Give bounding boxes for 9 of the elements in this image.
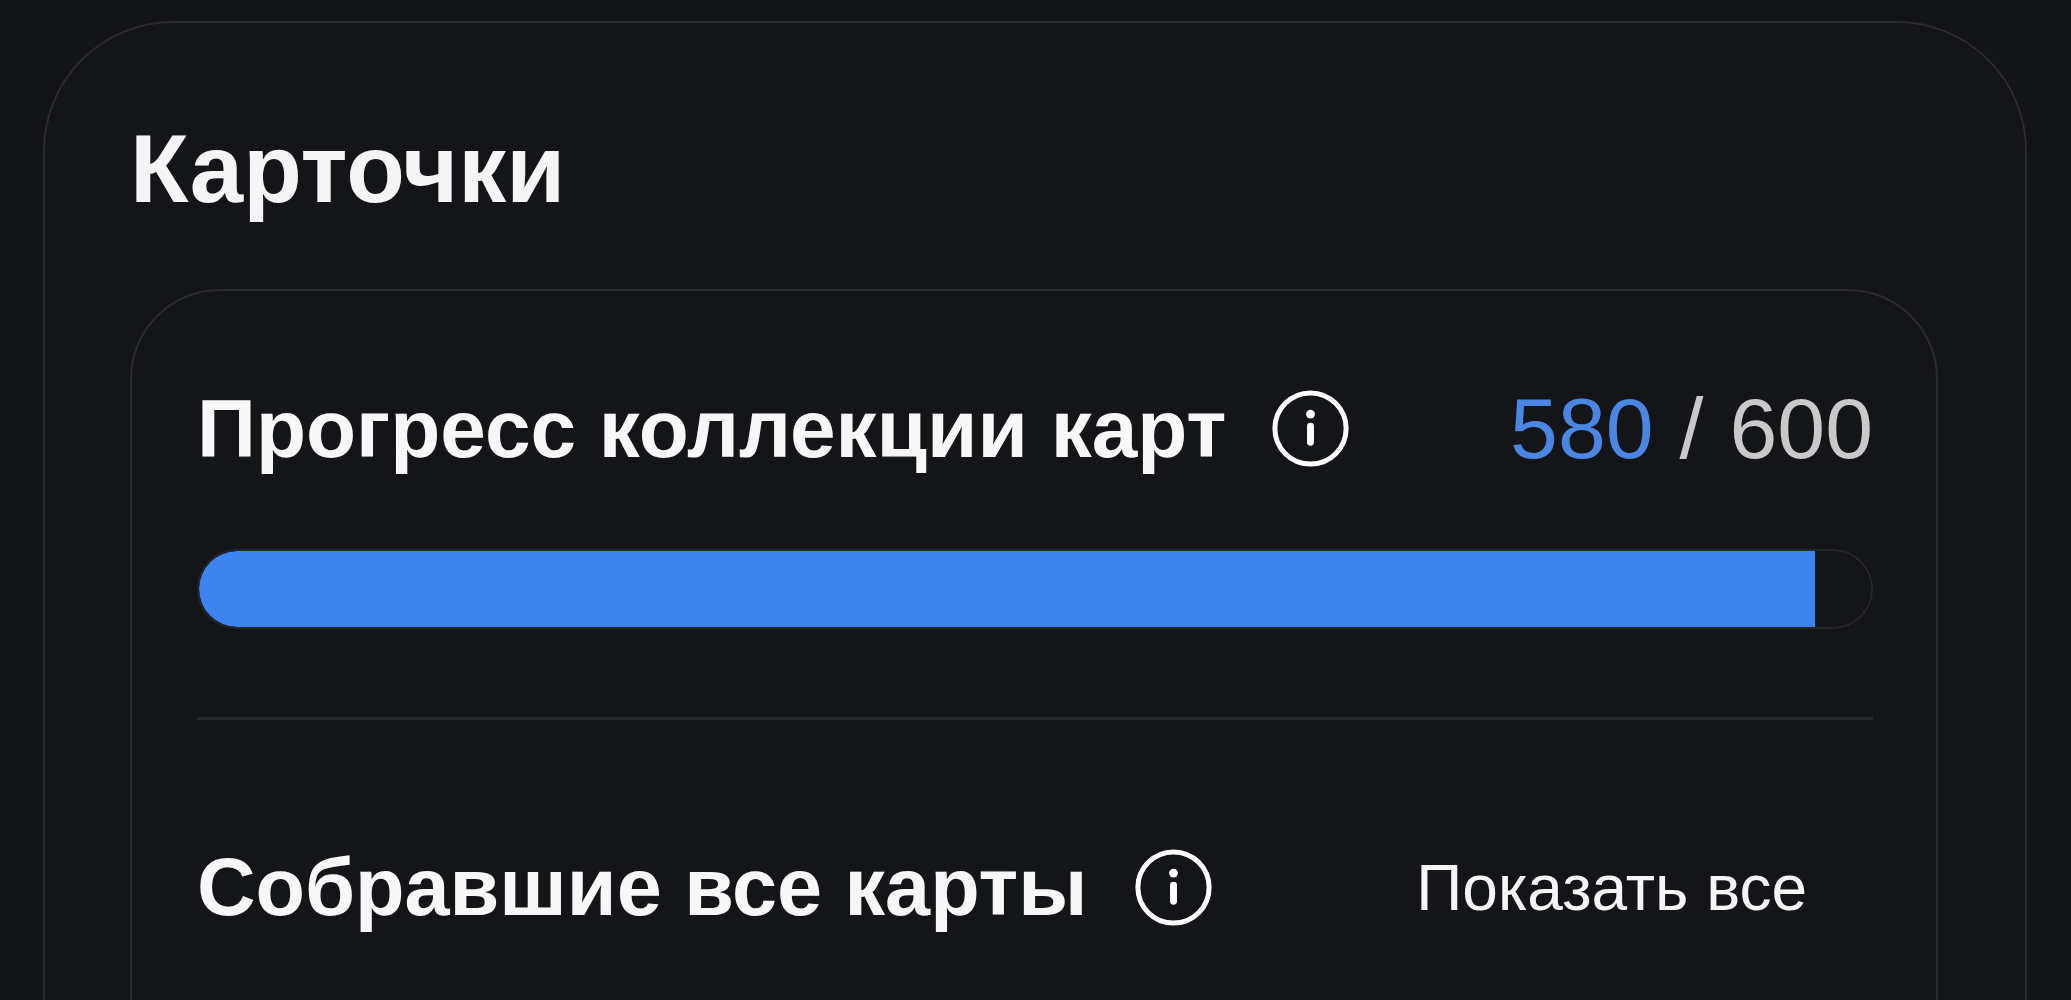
total-count: 600	[1729, 379, 1873, 479]
section-title: Карточки	[130, 114, 566, 224]
progress-title: Прогресс коллекции карт	[197, 381, 1227, 476]
collectors-title: Собравшие все карты	[197, 841, 1088, 935]
show-all-button[interactable]: Показать все	[1350, 845, 1873, 930]
info-icon[interactable]	[1272, 390, 1350, 468]
collected-count: 580	[1510, 379, 1654, 479]
info-icon[interactable]	[1135, 849, 1213, 927]
count-separator: /	[1679, 379, 1704, 479]
